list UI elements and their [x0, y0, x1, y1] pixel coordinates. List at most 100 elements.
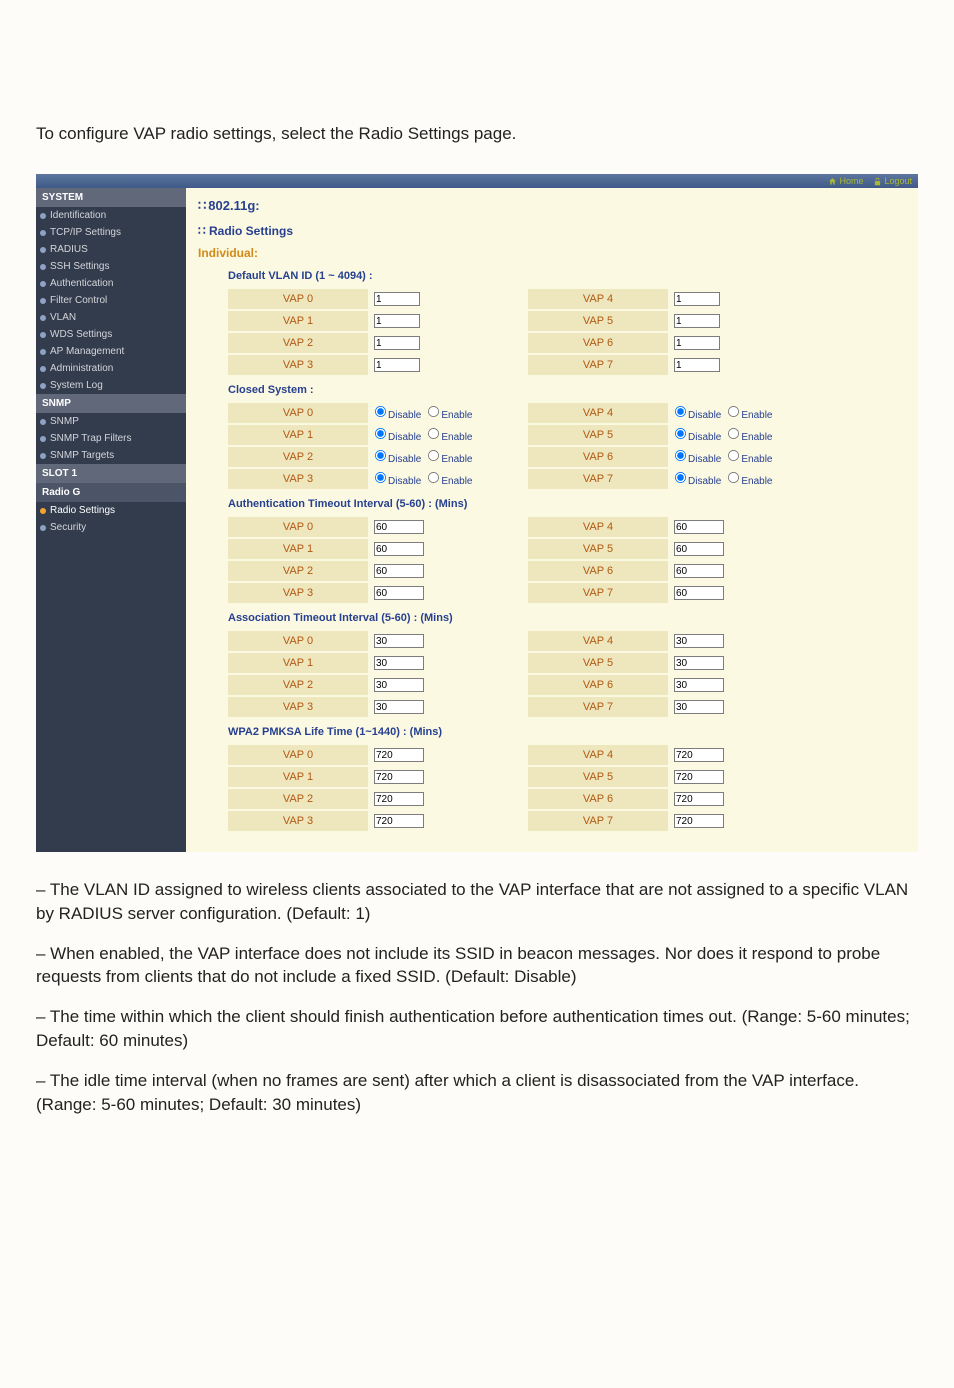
closed-disable-vap6[interactable] [675, 450, 686, 461]
closed-disable-vap0[interactable] [375, 406, 386, 417]
vap-label[interactable]: VAP 7 [583, 473, 613, 485]
vap-label[interactable]: VAP 3 [283, 701, 313, 713]
vap-label[interactable]: VAP 6 [583, 793, 613, 805]
assoc-input-vap3[interactable] [374, 700, 424, 714]
auth-input-vap3[interactable] [374, 586, 424, 600]
pmksa-input-vap2[interactable] [374, 792, 424, 806]
vlan-input-vap3[interactable] [374, 358, 420, 372]
vap-label[interactable]: VAP 4 [583, 749, 613, 761]
vap-label[interactable]: VAP 5 [583, 429, 613, 441]
vap-label[interactable]: VAP 7 [583, 815, 613, 827]
closed-disable-vap3[interactable] [375, 472, 386, 483]
vap-label[interactable]: VAP 2 [283, 565, 313, 577]
vap-label[interactable]: VAP 2 [283, 679, 313, 691]
assoc-input-vap6[interactable] [674, 678, 724, 692]
pmksa-input-vap6[interactable] [674, 792, 724, 806]
auth-input-vap0[interactable] [374, 520, 424, 534]
sidebar-item-filter-control[interactable]: Filter Control [36, 292, 186, 309]
assoc-input-vap0[interactable] [374, 634, 424, 648]
closed-enable-vap3[interactable] [428, 472, 439, 483]
vap-label[interactable]: VAP 1 [283, 771, 313, 783]
closed-enable-vap5[interactable] [728, 428, 739, 439]
vap-label[interactable]: VAP 3 [283, 815, 313, 827]
sidebar-item-wds[interactable]: WDS Settings [36, 326, 186, 343]
pmksa-input-vap0[interactable] [374, 748, 424, 762]
sidebar-item-snmp[interactable]: SNMP [36, 413, 186, 430]
vap-label[interactable]: VAP 4 [583, 293, 613, 305]
vap-label[interactable]: VAP 4 [583, 521, 613, 533]
vlan-input-vap7[interactable] [674, 358, 720, 372]
auth-input-vap6[interactable] [674, 564, 724, 578]
closed-enable-vap6[interactable] [728, 450, 739, 461]
vlan-input-vap4[interactable] [674, 292, 720, 306]
pmksa-input-vap5[interactable] [674, 770, 724, 784]
sidebar-item-administration[interactable]: Administration [36, 360, 186, 377]
vap-label[interactable]: VAP 2 [283, 451, 313, 463]
closed-disable-vap5[interactable] [675, 428, 686, 439]
vap-label[interactable]: VAP 7 [583, 587, 613, 599]
vlan-input-vap0[interactable] [374, 292, 420, 306]
vlan-input-vap5[interactable] [674, 314, 720, 328]
vlan-input-vap6[interactable] [674, 336, 720, 350]
sidebar-item-snmp-trap-filters[interactable]: SNMP Trap Filters [36, 430, 186, 447]
sidebar-item-identification[interactable]: Identification [36, 207, 186, 224]
vlan-input-vap2[interactable] [374, 336, 420, 350]
auth-input-vap5[interactable] [674, 542, 724, 556]
closed-disable-vap2[interactable] [375, 450, 386, 461]
assoc-input-vap2[interactable] [374, 678, 424, 692]
auth-input-vap1[interactable] [374, 542, 424, 556]
vap-label[interactable]: VAP 0 [283, 749, 313, 761]
vap-label[interactable]: VAP 0 [283, 407, 313, 419]
closed-enable-vap7[interactable] [728, 472, 739, 483]
vap-label[interactable]: VAP 0 [283, 293, 313, 305]
closed-enable-vap1[interactable] [428, 428, 439, 439]
sidebar-item-radius[interactable]: RADIUS [36, 241, 186, 258]
sidebar-item-authentication[interactable]: Authentication [36, 275, 186, 292]
vap-label[interactable]: VAP 1 [283, 315, 313, 327]
pmksa-input-vap3[interactable] [374, 814, 424, 828]
closed-disable-vap4[interactable] [675, 406, 686, 417]
assoc-input-vap5[interactable] [674, 656, 724, 670]
assoc-input-vap1[interactable] [374, 656, 424, 670]
vap-label[interactable]: VAP 6 [583, 451, 613, 463]
vap-label[interactable]: VAP 7 [583, 701, 613, 713]
vap-label[interactable]: VAP 1 [283, 543, 313, 555]
vap-label[interactable]: VAP 2 [283, 337, 313, 349]
pmksa-input-vap1[interactable] [374, 770, 424, 784]
vap-label[interactable]: VAP 5 [583, 315, 613, 327]
vap-label[interactable]: VAP 1 [283, 657, 313, 669]
home-link[interactable]: Home [828, 176, 863, 186]
closed-enable-vap4[interactable] [728, 406, 739, 417]
vap-label[interactable]: VAP 5 [583, 543, 613, 555]
sidebar-item-radio-settings[interactable]: Radio Settings [36, 502, 186, 519]
vap-label[interactable]: VAP 4 [583, 635, 613, 647]
vap-label[interactable]: VAP 3 [283, 359, 313, 371]
assoc-input-vap4[interactable] [674, 634, 724, 648]
sidebar-item-snmp-targets[interactable]: SNMP Targets [36, 447, 186, 464]
assoc-input-vap7[interactable] [674, 700, 724, 714]
vap-label[interactable]: VAP 3 [283, 473, 313, 485]
logout-link[interactable]: Logout [873, 176, 912, 186]
auth-input-vap4[interactable] [674, 520, 724, 534]
vap-label[interactable]: VAP 3 [283, 587, 313, 599]
vap-label[interactable]: VAP 7 [583, 359, 613, 371]
closed-disable-vap1[interactable] [375, 428, 386, 439]
vap-label[interactable]: VAP 0 [283, 521, 313, 533]
sidebar-item-system-log[interactable]: System Log [36, 377, 186, 394]
vap-label[interactable]: VAP 2 [283, 793, 313, 805]
pmksa-input-vap7[interactable] [674, 814, 724, 828]
vap-label[interactable]: VAP 6 [583, 565, 613, 577]
vap-label[interactable]: VAP 6 [583, 337, 613, 349]
vap-label[interactable]: VAP 4 [583, 407, 613, 419]
vap-label[interactable]: VAP 1 [283, 429, 313, 441]
vap-label[interactable]: VAP 5 [583, 657, 613, 669]
sidebar-item-ap-management[interactable]: AP Management [36, 343, 186, 360]
closed-enable-vap2[interactable] [428, 450, 439, 461]
vap-label[interactable]: VAP 6 [583, 679, 613, 691]
auth-input-vap7[interactable] [674, 586, 724, 600]
vap-label[interactable]: VAP 0 [283, 635, 313, 647]
vap-label[interactable]: VAP 5 [583, 771, 613, 783]
sidebar-item-ssh[interactable]: SSH Settings [36, 258, 186, 275]
closed-disable-vap7[interactable] [675, 472, 686, 483]
sidebar-item-security[interactable]: Security [36, 519, 186, 536]
